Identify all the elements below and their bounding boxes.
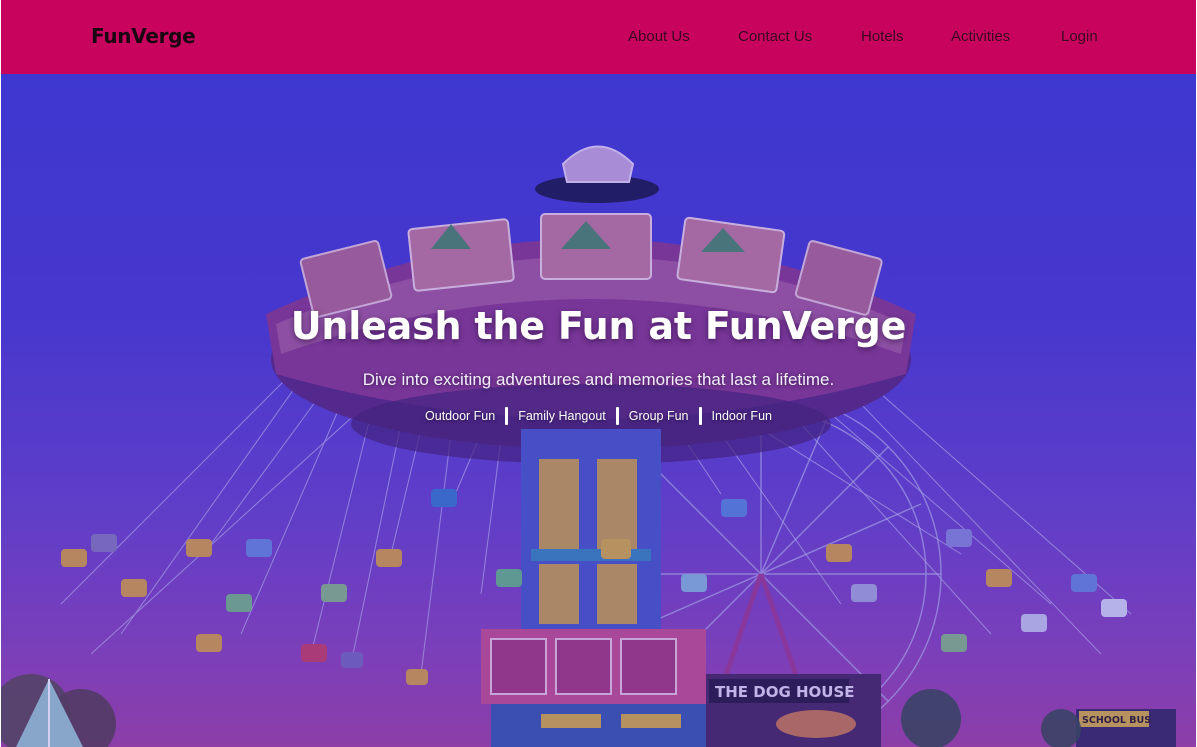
navbar: FunVerge About Us Contact Us Hotels Acti… [1, 0, 1196, 74]
hero-content: Unleash the Fun at FunVerge Dive into ex… [1, 74, 1196, 747]
hero-title: Unleash the Fun at FunVerge [290, 304, 907, 348]
nav-about-us[interactable]: About Us [628, 28, 690, 45]
nav-hotels[interactable]: Hotels [861, 28, 904, 45]
hero-section: THE DOG HOUSE SCHOOL BUS Unleash the Fun… [1, 74, 1196, 747]
nav-activities[interactable]: Activities [951, 28, 1010, 45]
tag-indoor-fun[interactable]: Indoor Fun [702, 409, 782, 423]
hero-tags: Outdoor Fun Family Hangout Group Fun Ind… [1, 407, 1196, 425]
tag-group-fun[interactable]: Group Fun [619, 409, 699, 423]
nav-contact-us[interactable]: Contact Us [738, 28, 812, 45]
nav-login[interactable]: Login [1061, 28, 1098, 45]
tag-outdoor-fun[interactable]: Outdoor Fun [415, 409, 505, 423]
hero-subtitle: Dive into exciting adventures and memori… [362, 370, 835, 389]
nav-links: About Us Contact Us Hotels Activities Lo… [1, 28, 1196, 48]
tag-family-hangout[interactable]: Family Hangout [508, 409, 616, 423]
